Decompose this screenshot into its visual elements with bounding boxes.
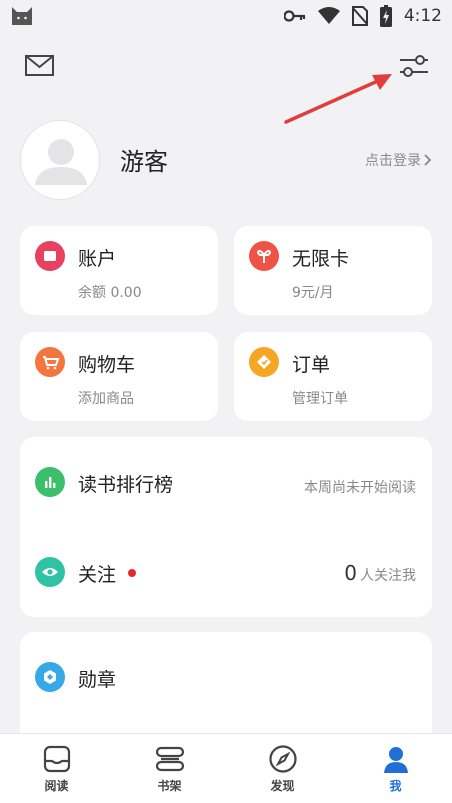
- status-bar: 4:12: [0, 0, 452, 32]
- medal-icon: [35, 662, 65, 692]
- follower-number: 0: [344, 561, 357, 585]
- bookshelf-icon: [155, 746, 184, 772]
- tab-bookshelf-label: 书架: [157, 779, 182, 793]
- account-tile[interactable]: 账户 余额 0.00: [20, 226, 218, 315]
- unlimited-card-price: 9元/月: [292, 285, 334, 301]
- bottom-tab-bar: 阅读 书架 发现 我: [0, 733, 452, 803]
- compass-icon: [268, 745, 297, 773]
- login-link[interactable]: 点击登录: [365, 150, 432, 170]
- settings-button[interactable]: [396, 50, 432, 82]
- app-cat-icon: [12, 7, 32, 25]
- shopping-cart-subtitle: 添加商品: [78, 391, 134, 407]
- read-icon: [43, 745, 70, 773]
- shopping-cart-title: 购物车: [78, 354, 136, 376]
- medals-title: 勋章: [78, 669, 117, 691]
- avatar[interactable]: [20, 120, 100, 200]
- default-user-icon: [35, 139, 87, 185]
- sliders-icon: [400, 55, 428, 77]
- ranking-icon: [35, 467, 65, 497]
- account-title: 账户: [78, 248, 117, 270]
- key-icon: [283, 10, 305, 22]
- unlimited-card-icon: [249, 241, 279, 271]
- tab-me-label: 我: [389, 779, 402, 793]
- battery-charging-icon: [379, 5, 392, 27]
- chevron-right-icon: [424, 154, 432, 166]
- user-icon: [383, 747, 408, 773]
- tab-read-label: 阅读: [44, 779, 69, 793]
- no-sim-icon: [351, 6, 368, 26]
- cart-icon: [35, 347, 65, 377]
- clock-time: 4:12: [403, 6, 442, 26]
- order-icon: [249, 347, 279, 377]
- follower-count: 0 人关注我: [344, 561, 416, 585]
- orders-title: 订单: [292, 354, 331, 376]
- notification-dot: [128, 569, 136, 577]
- ranking-status: 本周尚未开始阅读: [304, 480, 416, 496]
- unlimited-card-title: 无限卡: [292, 248, 350, 270]
- follower-suffix: 人关注我: [360, 568, 416, 584]
- mail-button[interactable]: [24, 52, 56, 80]
- orders-tile[interactable]: 订单 管理订单: [234, 332, 432, 421]
- account-icon: [35, 241, 65, 271]
- tab-read[interactable]: 阅读: [0, 734, 113, 803]
- ranking-row[interactable]: 读书排行榜 本周尚未开始阅读: [20, 437, 432, 527]
- account-balance: 余额 0.00: [78, 285, 142, 301]
- ranking-title: 读书排行榜: [78, 474, 174, 496]
- wifi-icon: [317, 7, 340, 24]
- tab-discover[interactable]: 发现: [226, 734, 339, 803]
- top-bar: [0, 44, 452, 88]
- tab-me[interactable]: 我: [339, 734, 452, 803]
- unlimited-card-tile[interactable]: 无限卡 9元/月: [234, 226, 432, 315]
- shopping-cart-tile[interactable]: 购物车 添加商品: [20, 332, 218, 421]
- orders-subtitle: 管理订单: [292, 391, 348, 407]
- login-label: 点击登录: [365, 153, 421, 169]
- mail-icon: [25, 55, 54, 76]
- tab-bookshelf[interactable]: 书架: [113, 734, 226, 803]
- tab-discover-label: 发现: [270, 779, 295, 793]
- eye-icon: [35, 557, 65, 587]
- stats-card: 读书排行榜 本周尚未开始阅读 关注 0 人关注我: [20, 437, 432, 617]
- follow-title: 关注: [78, 564, 117, 586]
- username: 游客: [120, 148, 168, 176]
- follow-row[interactable]: 关注 0 人关注我: [20, 527, 432, 617]
- profile-section: 游客 点击登录: [20, 120, 432, 202]
